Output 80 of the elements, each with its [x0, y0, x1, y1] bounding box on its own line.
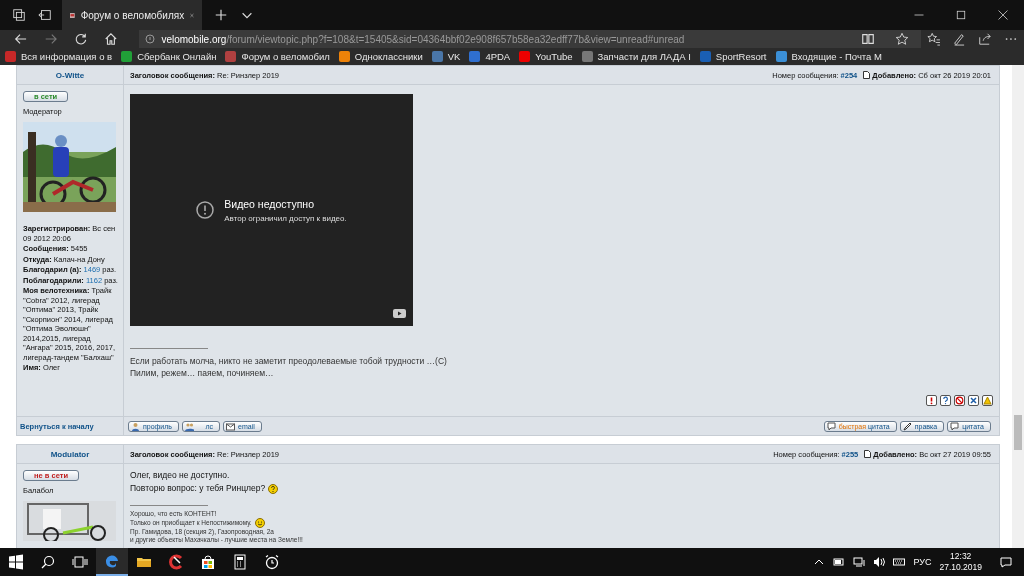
edge-icon	[104, 553, 120, 569]
bookmark[interactable]: 4PDA	[469, 51, 511, 62]
refresh-icon[interactable]	[73, 32, 88, 46]
signature-text: Пилим, режем… паяем, починяем…	[130, 367, 274, 379]
forward-arrow-icon[interactable]	[43, 32, 58, 46]
speech-bubble-icon	[826, 421, 836, 431]
video-error-message: Автор ограничил доступ к видео.	[224, 213, 347, 223]
shopping-bag-icon	[200, 554, 216, 570]
favicon-icon	[5, 51, 16, 62]
alarm-clock-icon	[264, 554, 280, 570]
battery-icon[interactable]	[833, 556, 846, 568]
delete-icon[interactable]	[968, 395, 979, 406]
favicon-icon	[121, 51, 133, 62]
favicon-icon	[338, 51, 350, 62]
favicon-icon	[775, 51, 787, 62]
favicon-icon	[581, 51, 593, 62]
bookmark[interactable]: Входящие - Почта M	[775, 51, 882, 62]
bookmark[interactable]: Форум о веломобил	[225, 51, 330, 62]
tabs-aside-icon[interactable]	[12, 8, 26, 22]
author-name[interactable]: O-Witte	[55, 70, 85, 80]
person-icon	[131, 421, 140, 431]
document-icon[interactable]	[863, 71, 871, 79]
bookmark[interactable]: YouTube	[519, 51, 573, 62]
alert-icon	[196, 201, 215, 219]
address-bar[interactable]: velomobile.org/forum/viewtopic.php?f=108&t=15405&sid=04364bbf02e908f657b58ea32edff77b&view=unread#unread	[139, 30, 921, 48]
smiley-icon	[254, 518, 265, 528]
volume-icon[interactable]	[873, 556, 886, 568]
share-icon[interactable]	[978, 32, 993, 46]
video-error-title: Видео недоступно	[224, 197, 315, 210]
favicon-icon	[519, 51, 531, 62]
language-indicator[interactable]: РУС	[913, 557, 932, 567]
video-player[interactable]: Видео недоступно Автор ограничил доступ к видео.	[130, 94, 413, 326]
people-icon	[185, 421, 194, 431]
bookmark[interactable]: Одноклассники	[338, 51, 423, 62]
author-name[interactable]: Modulator	[50, 449, 90, 459]
info-icon[interactable]	[940, 395, 951, 406]
reading-view-icon[interactable]	[860, 32, 875, 46]
bookmark[interactable]: VK	[431, 51, 461, 62]
windows-start-icon[interactable]	[8, 554, 24, 570]
bookmark[interactable]: Сбербанк Онлайн	[121, 51, 217, 62]
browser-tab[interactable]: Форум о веломобилях	[62, 0, 202, 30]
star-icon[interactable]	[894, 32, 909, 46]
info-icon[interactable]	[145, 34, 156, 44]
favicon-icon	[469, 51, 481, 62]
play-logo-icon[interactable]	[393, 309, 406, 318]
notification-icon[interactable]	[1000, 556, 1012, 568]
report-icon[interactable]	[926, 395, 937, 406]
tab-preview-icon[interactable]	[38, 8, 52, 22]
signature-text: Если работать молча, никто не заметит преодолеваемые тобой трудности …(C)	[130, 355, 447, 367]
close-icon[interactable]	[997, 9, 1009, 21]
envelope-icon	[226, 421, 235, 431]
task-view-icon[interactable]	[72, 554, 88, 570]
back-arrow-icon[interactable]	[14, 32, 28, 46]
post-text: Олег, видео не доступно.	[130, 469, 231, 482]
favorites-list-icon[interactable]	[926, 32, 941, 46]
favicon-icon	[225, 51, 237, 62]
new-tab-icon[interactable]	[214, 8, 228, 22]
network-icon[interactable]	[853, 556, 866, 568]
maximize-icon[interactable]	[955, 9, 967, 21]
pencil-icon	[902, 421, 912, 431]
pen-icon[interactable]	[952, 32, 967, 46]
cleaner-icon	[168, 554, 184, 570]
clock[interactable]: 12:32 27.10.2019	[939, 551, 982, 573]
bookmark[interactable]: Вся информация о в	[5, 51, 113, 62]
scrollbar[interactable]	[1012, 65, 1024, 548]
search-icon[interactable]	[40, 554, 56, 570]
keyboard-icon[interactable]	[893, 556, 906, 568]
warning-icon[interactable]	[982, 395, 993, 406]
bookmark[interactable]: SportResort	[699, 51, 767, 62]
speech-bubble-icon	[950, 421, 960, 431]
taskbar-app[interactable]	[96, 548, 128, 576]
favicon-icon	[699, 51, 711, 62]
home-icon[interactable]	[103, 32, 118, 46]
favicon-icon	[431, 51, 443, 62]
post-text: Повторю вопрос: у тебя Ринцлер?	[130, 482, 993, 495]
bookmark[interactable]: Запчасти для ЛАДА I	[581, 51, 691, 62]
ban-icon[interactable]	[954, 395, 965, 406]
calculator-icon	[232, 554, 248, 570]
question-smiley-icon	[268, 483, 279, 494]
document-icon[interactable]	[864, 450, 872, 458]
